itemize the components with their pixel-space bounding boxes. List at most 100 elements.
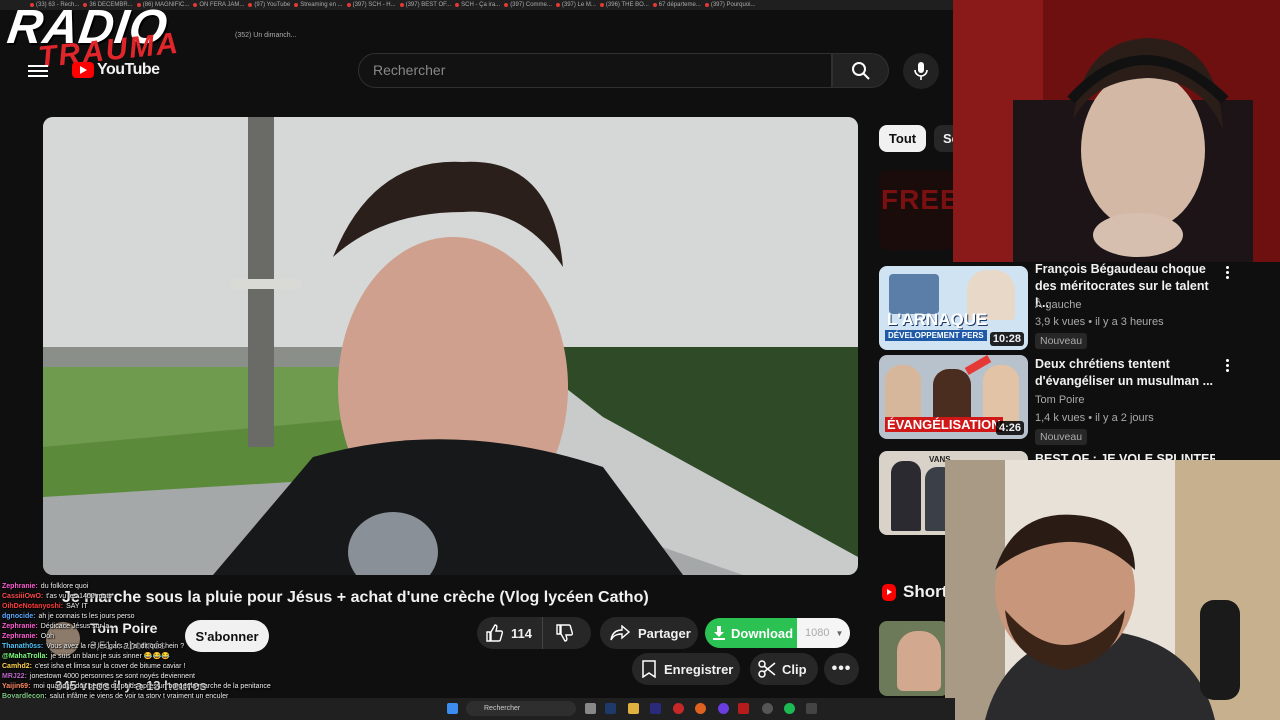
app-icon-3[interactable] xyxy=(806,703,817,714)
chat-text: du folklore quoi xyxy=(40,583,89,590)
chat-username: Camhd2: xyxy=(2,663,32,670)
chat-message: MRJ22: jonestown 4000 personnes se sont n… xyxy=(2,672,282,682)
chat-text: Vous avez la ref les gars ? j'ai dit quo… xyxy=(46,643,185,650)
taskbar-search[interactable]: Rechercher xyxy=(466,701,576,716)
search-icon xyxy=(851,61,870,80)
download-label: Download xyxy=(731,625,794,641)
like-button[interactable]: 114 xyxy=(477,617,543,649)
video-player[interactable] xyxy=(43,117,858,575)
chat-username: Yaijin69: xyxy=(2,683,31,690)
chat-username: Zephranie: xyxy=(2,623,38,630)
dislike-button[interactable] xyxy=(543,624,573,642)
browser-tab[interactable]: 67 départeme... xyxy=(652,0,701,10)
browser-tab[interactable]: (397) BEST OF... xyxy=(399,0,451,10)
download-button[interactable]: Download xyxy=(705,618,797,648)
menu-icon[interactable] xyxy=(28,62,48,78)
app-icon-2[interactable] xyxy=(738,703,749,714)
download-quality-select[interactable]: 1080 ▼ xyxy=(797,618,850,648)
spotify-icon[interactable] xyxy=(784,703,795,714)
browser-tab[interactable]: (396) THE BO... xyxy=(599,0,649,10)
sidebar-channel-2[interactable]: Tom Poire xyxy=(1035,391,1085,409)
browser-tab[interactable]: (97) YouTube xyxy=(248,0,290,10)
scissors-icon xyxy=(758,660,776,678)
shorts-thumb[interactable] xyxy=(879,621,949,696)
browser-tab[interactable]: Streaming en ... xyxy=(294,0,343,10)
search-button[interactable] xyxy=(832,53,889,88)
browser-tab[interactable]: SCH - Ça ira... xyxy=(455,0,500,10)
browser-tab[interactable]: (397) Comme... xyxy=(504,0,552,10)
save-button[interactable]: Enregistrer xyxy=(632,653,740,685)
chat-username: dgnocide: xyxy=(2,613,36,620)
folder-icon[interactable] xyxy=(628,703,639,714)
chat-message: Thanath0ss: Vous avez la ref les gars ? j… xyxy=(2,642,282,652)
sidebar-thumb-2[interactable]: ÉVANGÉLISATION 4:26 xyxy=(879,355,1028,439)
sidebar-title-2[interactable]: Deux chrétiens tentent d'évangéliser un … xyxy=(1035,356,1217,390)
like-count: 114 xyxy=(511,625,532,641)
like-dislike-group: 114 xyxy=(477,617,591,649)
chat-text: jonestown 4000 personnes se sont noyés d… xyxy=(29,673,195,680)
more-vertical-icon[interactable] xyxy=(1226,266,1230,280)
youtube-logo-text: YouTube xyxy=(97,61,160,78)
sidebar-thumb-0[interactable]: FREE xyxy=(879,170,954,250)
thumb-text: L'ARNAQUE xyxy=(887,310,988,329)
photoshop-icon[interactable] xyxy=(605,703,616,714)
sidebar-meta-1: 3,9 k vues • il y a 3 heures xyxy=(1035,316,1164,328)
clip-button[interactable]: Clip xyxy=(750,653,818,685)
premiere-icon[interactable] xyxy=(650,703,661,714)
chat-text: SAY IT xyxy=(66,603,88,610)
title-line: Deux chrétiens tentent xyxy=(1035,357,1170,371)
chip-all[interactable]: Tout xyxy=(879,125,926,152)
obs-icon[interactable] xyxy=(762,703,773,714)
chat-message: Zephranie: du folklore quoi xyxy=(2,582,282,592)
download-control: Download 1080 ▼ xyxy=(705,618,850,648)
chat-message: @MahaTrolla: je suis un blanc je suis sin… xyxy=(2,652,282,662)
more-vertical-icon[interactable] xyxy=(1226,359,1230,373)
more-actions-button[interactable]: ••• xyxy=(824,653,859,685)
chat-text: je suis un blanc je suis sinner 😂😂😂 xyxy=(50,653,170,660)
discord-icon[interactable] xyxy=(718,703,729,714)
chat-text: ah je connais ts les jours perso xyxy=(38,613,135,620)
opera-icon[interactable] xyxy=(673,703,684,714)
video-frame xyxy=(43,117,858,575)
sidebar-channel-1[interactable]: À gauche xyxy=(1035,296,1081,314)
chat-message: Zephranie: Dédicace Jésus sur la... xyxy=(2,622,282,632)
task-view-icon[interactable] xyxy=(585,703,596,714)
chat-message: Zephranie: Ooh xyxy=(2,632,282,642)
browser-tab[interactable]: (397) SCH - H... xyxy=(346,0,396,10)
browser-tab[interactable]: (397) Le M... xyxy=(555,0,596,10)
chat-username: OihDeNotanyoshi: xyxy=(2,603,64,610)
search-input[interactable]: Rechercher xyxy=(358,53,832,88)
thumb-text: FREE xyxy=(881,184,954,215)
windows-start-icon[interactable] xyxy=(447,703,458,714)
youtube-logo[interactable]: YouTube xyxy=(72,61,160,79)
more-horizontal-icon: ••• xyxy=(831,660,852,677)
thumbs-up-icon xyxy=(486,624,503,642)
stream-chat: Zephranie: du folklore quoi CassiiiOwO: t'a… xyxy=(2,582,282,712)
chat-username: Zephranie: xyxy=(2,583,38,590)
chat-message: Yaijin69: moi quand je doit perdre du poi… xyxy=(2,682,282,692)
chat-username: Thanath0ss: xyxy=(2,643,44,650)
browser-tab[interactable]: (397) Pourquoi... xyxy=(704,0,756,10)
browser-subtab[interactable]: (352) Un dimanch... xyxy=(235,32,296,39)
chat-text: Dédicace Jésus sur la... xyxy=(40,623,116,630)
title-line: François Bégaudeau choque xyxy=(1035,262,1206,276)
bookmark-icon xyxy=(642,660,656,678)
webcam-bottom xyxy=(945,460,1280,720)
chat-message: dgnocide: ah je connais ts les jours pers… xyxy=(2,612,282,622)
chat-username: CassiiiOwO: xyxy=(2,593,44,600)
chat-text: t'as vu les 1400 mots xyxy=(46,593,112,600)
share-button[interactable]: Partager xyxy=(600,617,698,649)
sidebar-thumb-1[interactable]: L'ARNAQUE DÉVELOPPEMENT PERS 10:28 xyxy=(879,266,1028,350)
shorts-icon xyxy=(882,583,896,601)
save-label: Enregistrer xyxy=(664,661,734,677)
app-icon[interactable] xyxy=(695,703,706,714)
chat-message: CassiiiOwO: t'as vu les 1400 mots xyxy=(2,592,282,602)
download-icon xyxy=(713,626,725,640)
voice-search-button[interactable] xyxy=(903,53,939,89)
share-icon xyxy=(610,625,630,641)
thumbs-down-icon xyxy=(556,624,573,642)
chat-username: MRJ22: xyxy=(2,673,27,680)
chat-message: Camhd2: c'est isha et limsa sur la cover … xyxy=(2,662,282,672)
chip-second[interactable]: Se xyxy=(934,125,954,152)
chat-text: Ooh xyxy=(40,633,55,640)
